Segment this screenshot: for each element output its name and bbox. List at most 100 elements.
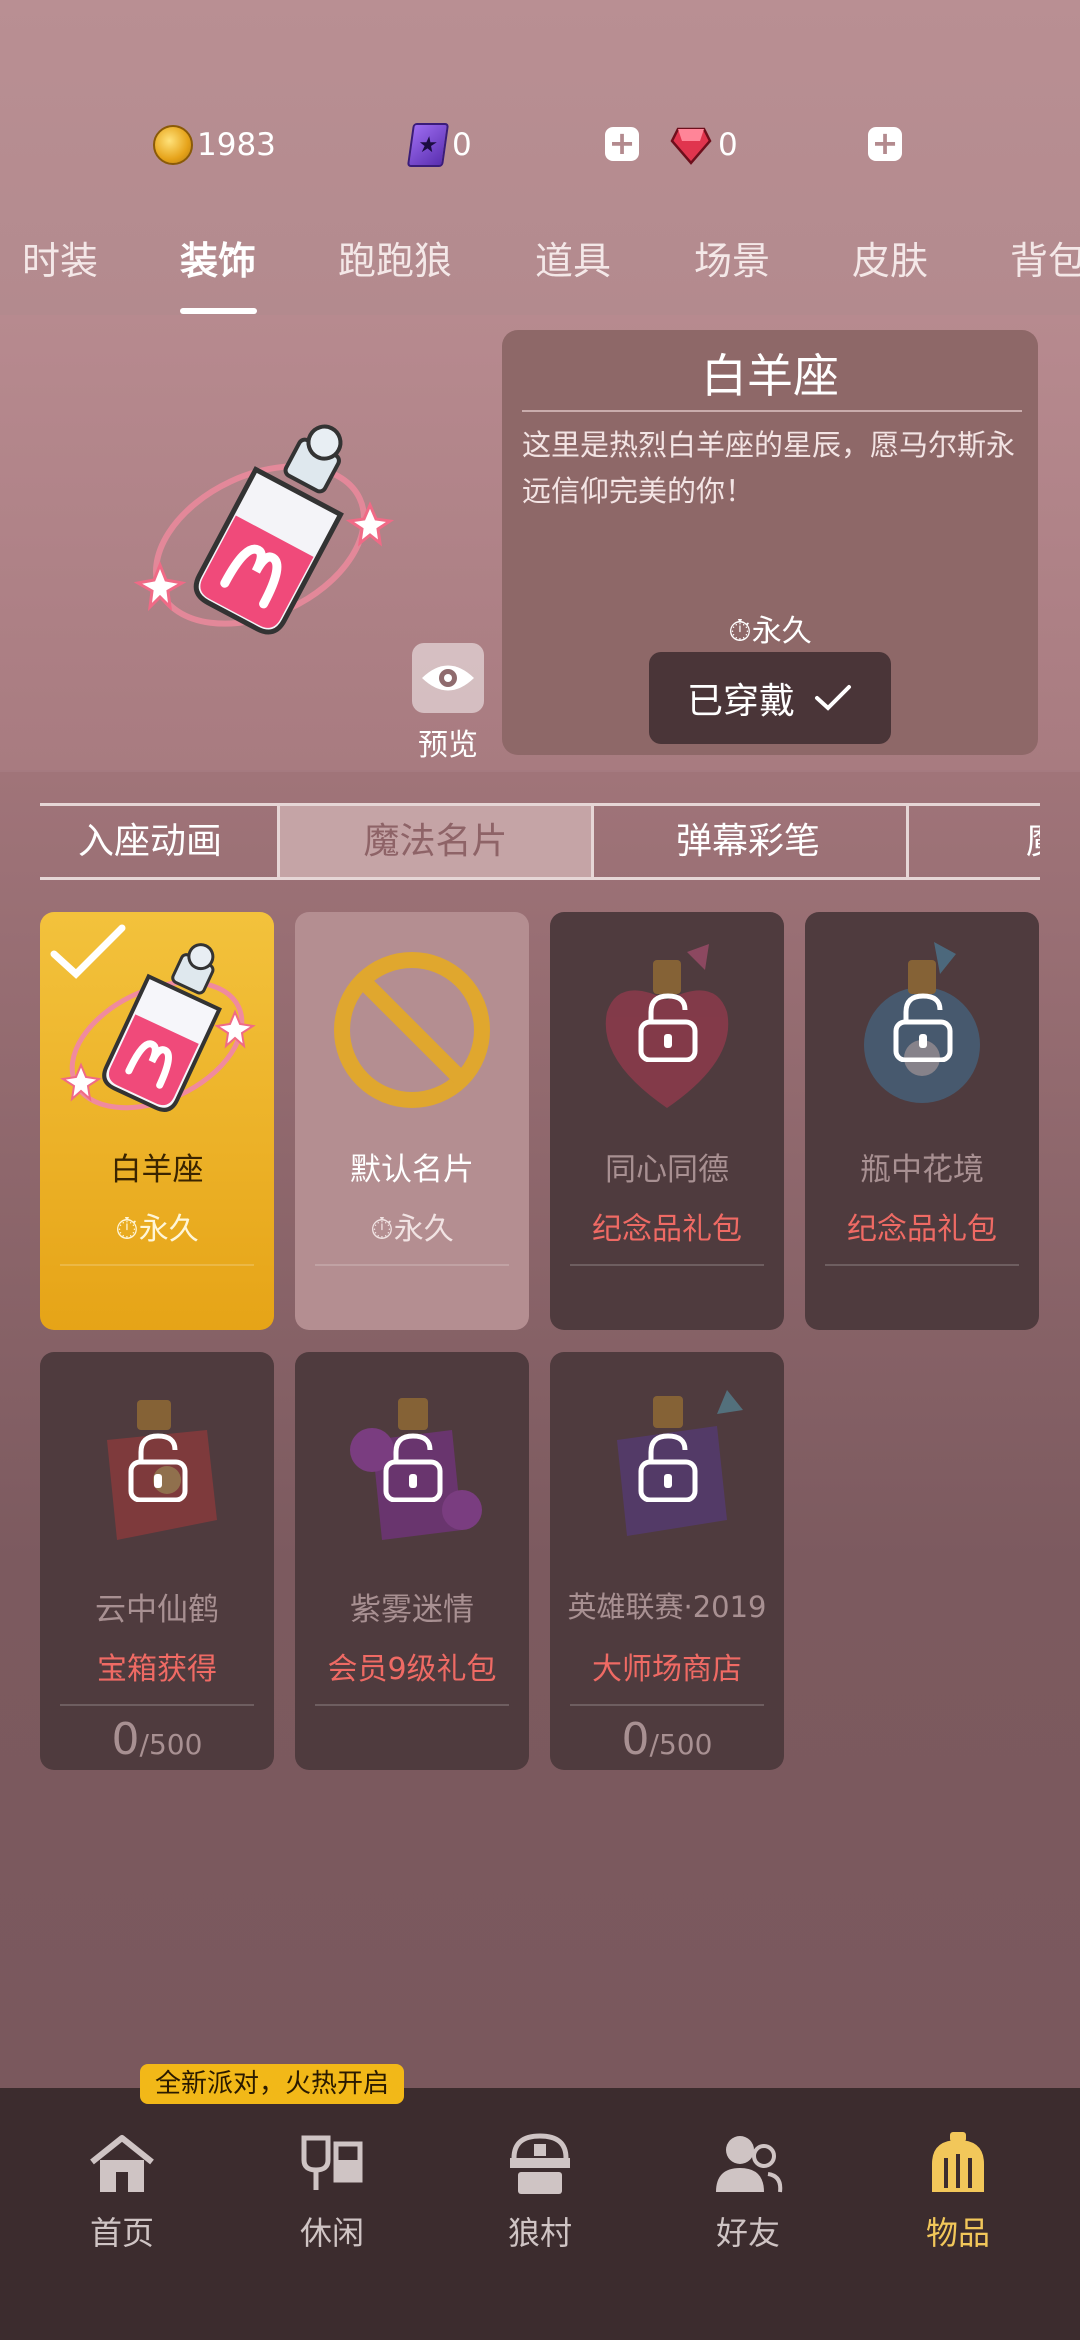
sub-tab-entrance-animation[interactable]: 入座动画: [40, 806, 266, 877]
card-divider: [60, 1264, 254, 1266]
progress-total: /500: [649, 1728, 713, 1761]
item-duration: ⏱永久: [295, 1204, 529, 1248]
duration-text: 永久: [751, 614, 812, 649]
item-detail-panel: 白羊座 这里是热烈白羊座的星辰，愿马尔斯永远信仰完美的你！ ⏱永久 已穿戴: [502, 330, 1038, 755]
item-duration: ⏱永久: [40, 1204, 274, 1248]
item-title: 白羊座: [701, 349, 839, 403]
nav-leisure[interactable]: 休闲: [262, 2130, 402, 2254]
item-progress: 0/500: [550, 1714, 784, 1765]
item-name: 默认名片: [350, 1152, 474, 1188]
nav-items-label: 物品: [925, 2214, 990, 2252]
item-source: 大师场商店: [592, 1652, 742, 1687]
worn-label: 已穿戴: [686, 681, 795, 722]
drinks-icon: [301, 2135, 363, 2190]
item-source: 宝箱获得: [97, 1652, 217, 1687]
lock-icon: [893, 993, 953, 1062]
sub-tab-magic-card[interactable]: 魔法名片: [280, 806, 591, 877]
item-name: 瓶中花境: [860, 1152, 984, 1188]
item-card-aries[interactable]: 白羊座 ⏱永久: [40, 912, 274, 1330]
item-duration: ⏱永久: [502, 606, 1038, 650]
item-progress: 0/500: [40, 1714, 274, 1765]
nav-village[interactable]: 狼村: [470, 2130, 610, 2254]
sub-tab-magic-voice[interactable]: 魔音: [910, 806, 1040, 877]
coupon-balance: ★ 0: [406, 120, 472, 170]
gem-balance: 0: [670, 120, 738, 170]
active-tab-indicator: [180, 308, 257, 314]
lock-icon: [638, 1433, 698, 1502]
friends-icon: [716, 2136, 783, 2193]
tab-decoration[interactable]: 装饰: [180, 230, 256, 285]
title-divider: [522, 410, 1022, 412]
village-icon: [510, 2133, 570, 2194]
worn-button[interactable]: 已穿戴: [649, 652, 891, 744]
gem-count: 0: [718, 127, 738, 163]
card-divider: [315, 1264, 509, 1266]
checkmark-icon: [815, 685, 851, 711]
item-name: 同心同德: [605, 1152, 729, 1188]
nav-home[interactable]: 首页: [52, 2130, 192, 2254]
coin-count: 1983: [197, 127, 276, 163]
item-card-pingzhong[interactable]: 瓶中花境 纪念品礼包: [805, 912, 1039, 1330]
item-duration-text: 永久: [138, 1212, 199, 1247]
nav-village-label: 狼村: [507, 2214, 572, 2252]
item-name: 云中仙鹤: [95, 1592, 219, 1628]
selected-checkmark-icon: [50, 924, 126, 979]
timer-icon: ⏱: [115, 1212, 139, 1247]
coupon-count: 0: [452, 127, 472, 163]
prohibited-icon: [334, 952, 490, 1108]
progress-current: 0: [621, 1714, 650, 1765]
timer-icon: ⏱: [370, 1212, 394, 1247]
item-card-yunzhong[interactable]: 云中仙鹤 宝箱获得 0/500: [40, 1352, 274, 1770]
lock-icon: [383, 1433, 443, 1502]
add-gem-button[interactable]: +: [868, 127, 902, 161]
item-card-ziwu[interactable]: 紫雾迷情 会员9级礼包: [295, 1352, 529, 1770]
gold-coin-icon: [153, 125, 193, 165]
item-source: 纪念品礼包: [847, 1212, 997, 1247]
preview-button[interactable]: [412, 643, 484, 713]
item-source: 纪念品礼包: [592, 1212, 742, 1247]
item-card-default[interactable]: 默认名片 ⏱永久: [295, 912, 529, 1330]
item-name: 英雄联赛·2019: [567, 1590, 767, 1624]
promo-badge[interactable]: 全新派对，火热开启: [140, 2064, 404, 2104]
item-description: 这里是热烈白羊座的星辰，愿马尔斯永远信仰完美的你！: [522, 428, 1016, 508]
eye-icon: [422, 665, 474, 691]
category-tabs: 时装 装饰 跑跑狼 道具 场景 皮肤 背包: [0, 230, 1080, 315]
items-icon: [932, 2132, 984, 2192]
sub-category-tabs: 入座动画 魔法名片 弹幕彩笔 魔音: [40, 803, 1040, 880]
progress-total: /500: [139, 1728, 203, 1761]
nav-friends[interactable]: 好友: [678, 2130, 818, 2254]
purple-card-icon: ★: [406, 123, 450, 167]
add-coupon-button[interactable]: +: [605, 127, 639, 161]
card-divider: [570, 1264, 764, 1266]
tab-backpack[interactable]: 背包: [1010, 230, 1080, 285]
nav-home-label: 首页: [89, 2214, 154, 2252]
sub-tab-barrage-pen[interactable]: 弹幕彩笔: [594, 806, 902, 877]
tab-scenes[interactable]: 场景: [694, 230, 770, 285]
item-card-tongxin[interactable]: 同心同德 纪念品礼包: [550, 912, 784, 1330]
card-divider: [315, 1704, 509, 1706]
card-divider: [825, 1264, 1019, 1266]
progress-current: 0: [111, 1714, 140, 1765]
item-duration-text: 永久: [393, 1212, 454, 1247]
lock-icon: [638, 993, 698, 1062]
nav-leisure-label: 休闲: [299, 2214, 364, 2252]
item-name: 紫雾迷情: [350, 1592, 474, 1628]
item-source: 会员9级礼包: [327, 1652, 497, 1687]
timer-icon: ⏱: [728, 614, 752, 649]
card-divider: [60, 1704, 254, 1706]
tab-props[interactable]: 道具: [535, 230, 611, 285]
tab-fashion[interactable]: 时装: [22, 230, 98, 285]
tab-runner-wolf[interactable]: 跑跑狼: [338, 230, 452, 285]
item-name: 白羊座: [110, 1152, 204, 1188]
nav-friends-label: 好友: [715, 2214, 780, 2252]
aries-bottle-image: [133, 424, 395, 635]
item-card-wpl2019[interactable]: 英雄联赛·2019 大师场商店 0/500: [550, 1352, 784, 1770]
tab-skins[interactable]: 皮肤: [852, 230, 928, 285]
bottom-navigation: 首页 休闲 狼村 好友 物品: [0, 2088, 1080, 2340]
card-divider: [570, 1704, 764, 1706]
preview-label: 预览: [418, 728, 478, 763]
coin-balance: 1983: [153, 120, 276, 170]
red-gem-icon: [670, 127, 712, 165]
nav-items[interactable]: 物品: [888, 2130, 1028, 2254]
sub-tab-divider: [906, 806, 909, 877]
